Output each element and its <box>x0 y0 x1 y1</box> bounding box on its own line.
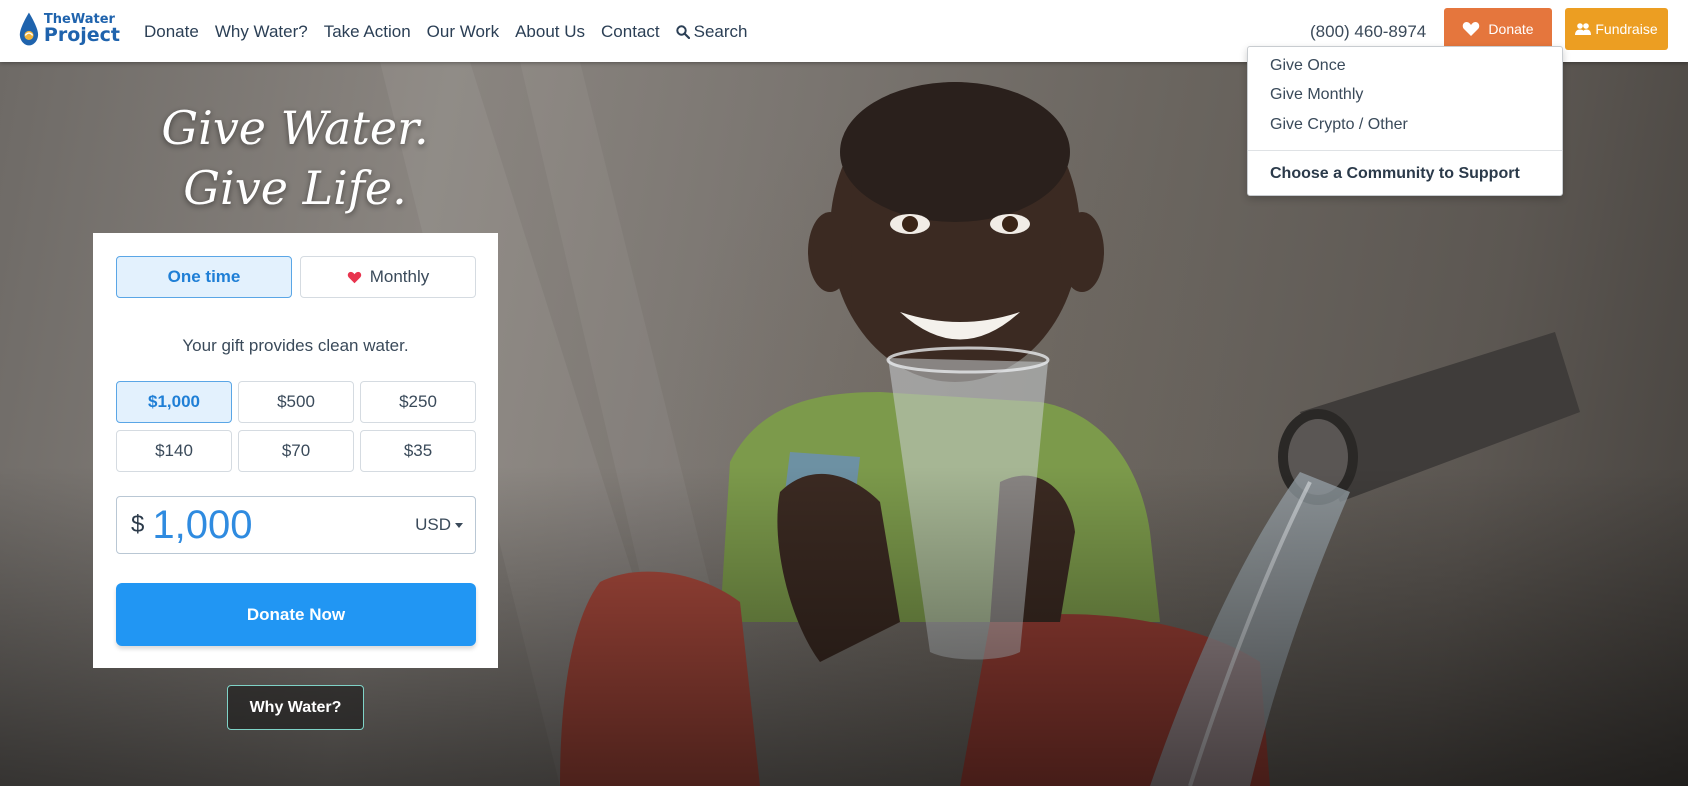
tagline-line-1: Give Water. <box>161 101 429 155</box>
fundraise-button[interactable]: Fundraise <box>1565 8 1668 50</box>
menu-item-give-crypto[interactable]: Give Crypto / Other <box>1270 116 1408 134</box>
caret-down-icon <box>455 522 463 528</box>
amount-option-140[interactable]: $140 <box>116 430 232 472</box>
users-icon <box>1575 23 1592 35</box>
nav-about-us[interactable]: About Us <box>515 22 585 42</box>
one-time-button[interactable]: One time <box>116 256 292 298</box>
search-icon <box>675 25 690 39</box>
heart-icon <box>1463 22 1480 36</box>
amount-option-70[interactable]: $70 <box>238 430 354 472</box>
custom-amount-field: $ USD <box>116 496 476 554</box>
amount-option-250[interactable]: $250 <box>360 381 476 423</box>
amount-options: $1,000 $500 $250 $140 $70 $35 <box>116 381 476 472</box>
nav-why-water[interactable]: Why Water? <box>215 22 308 42</box>
fundraise-label: Fundraise <box>1595 21 1658 37</box>
water-drop-icon <box>19 12 39 46</box>
currency-code: USD <box>415 515 451 534</box>
currency-symbol: $ <box>131 511 145 538</box>
donation-form: One time Monthly Your gift provides clea… <box>93 233 498 668</box>
nav-search-label: Search <box>693 22 748 41</box>
gift-description: Your gift provides clean water. <box>182 336 409 355</box>
main-nav: Donate Why Water? Take Action Our Work A… <box>144 22 764 42</box>
header-donate-button[interactable]: Donate <box>1444 8 1552 50</box>
amount-option-35[interactable]: $35 <box>360 430 476 472</box>
tagline-line-2: Give Life. <box>183 161 407 215</box>
amount-option-500[interactable]: $500 <box>238 381 354 423</box>
hero-tagline: Give Water. Give Life. <box>100 98 490 218</box>
donate-dropdown-menu: Give Once Give Monthly Give Crypto / Oth… <box>1247 46 1563 196</box>
heart-icon <box>347 271 361 283</box>
menu-item-give-once[interactable]: Give Once <box>1270 57 1346 75</box>
nav-take-action[interactable]: Take Action <box>324 22 411 42</box>
logo-wordmark: TheWater Project <box>44 13 120 45</box>
nav-contact[interactable]: Contact <box>601 22 660 42</box>
nav-donate[interactable]: Donate <box>144 22 199 42</box>
amount-input[interactable] <box>152 502 373 548</box>
site-logo[interactable]: TheWater Project <box>18 6 120 52</box>
phone-number[interactable]: (800) 460-8974 <box>1310 22 1426 42</box>
logo-line-2: Project <box>43 24 120 46</box>
nav-search[interactable]: Search <box>675 22 748 42</box>
menu-divider <box>1248 150 1562 151</box>
nav-our-work[interactable]: Our Work <box>427 22 499 42</box>
menu-item-give-monthly[interactable]: Give Monthly <box>1270 86 1363 104</box>
why-water-button[interactable]: Why Water? <box>227 685 364 730</box>
header-donate-label: Donate <box>1488 21 1534 37</box>
menu-item-choose-community[interactable]: Choose a Community to Support <box>1270 165 1520 183</box>
amount-option-1000[interactable]: $1,000 <box>116 381 232 423</box>
monthly-label: Monthly <box>369 267 430 286</box>
monthly-button[interactable]: Monthly <box>300 256 476 298</box>
frequency-toggle: One time Monthly <box>116 256 476 298</box>
currency-select[interactable]: USD <box>415 515 463 535</box>
donate-now-button[interactable]: Donate Now <box>116 583 476 646</box>
one-time-label: One time <box>167 267 241 286</box>
